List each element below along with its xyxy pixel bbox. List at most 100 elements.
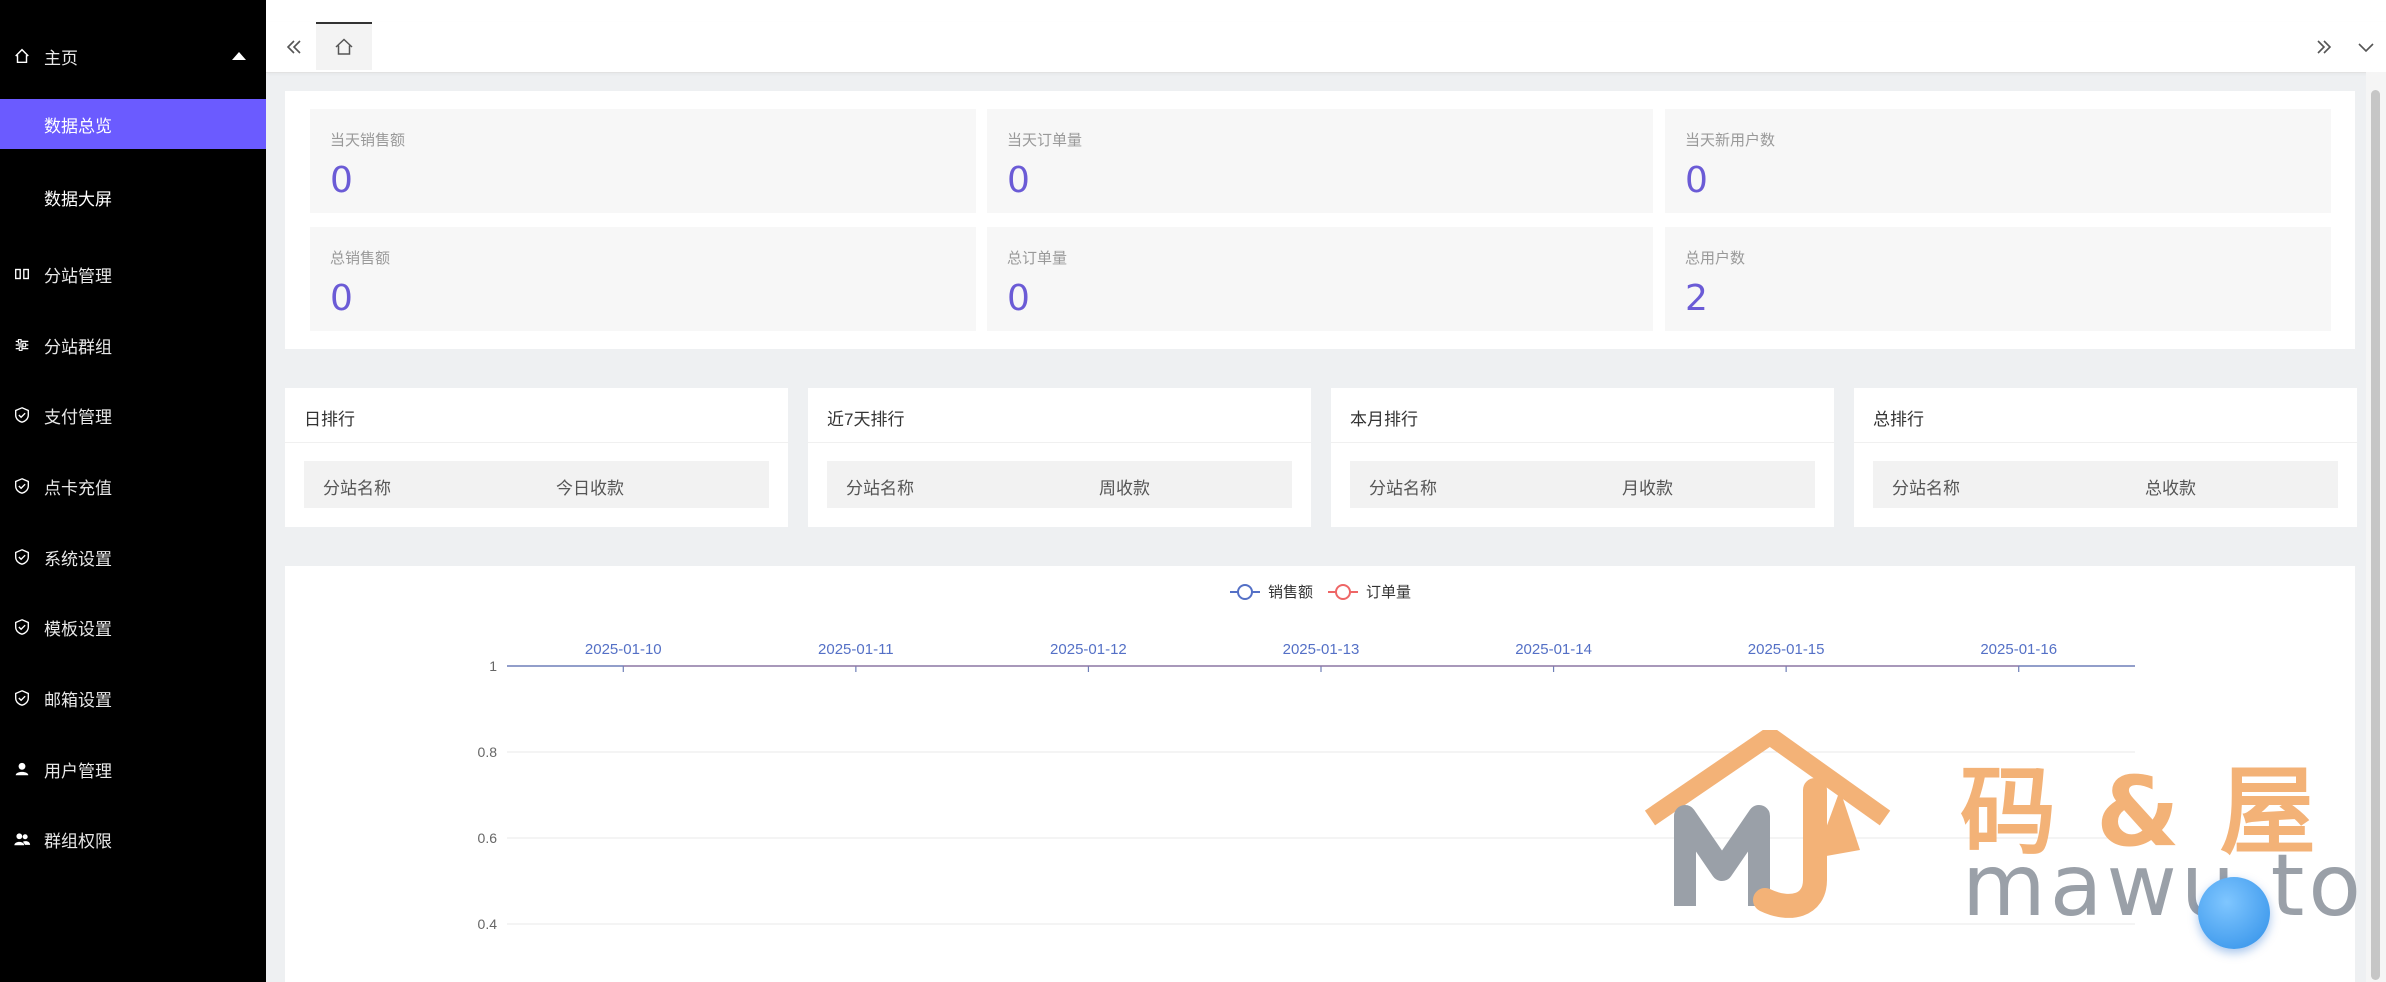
sidebar: 主页 数据总览 数据大屏 分站管理 分站群组 支付管理 点卡充值 系统设置 模板… — [0, 0, 266, 982]
divider — [285, 442, 788, 443]
y-tick-label: 0.6 — [478, 830, 498, 846]
legend-swatch-marker — [1237, 584, 1253, 600]
y-tick-label: 0.8 — [478, 744, 498, 760]
x-tick-label: 2025-01-10 — [585, 641, 662, 658]
divider — [808, 442, 1311, 443]
tab-bar — [266, 22, 2386, 73]
sidebar-home[interactable]: 主页 — [0, 34, 266, 78]
floating-assistant-button[interactable] — [2198, 877, 2270, 949]
sidebar-item-label: 邮箱设置 — [44, 690, 112, 710]
shield-check-icon — [12, 688, 32, 708]
stat-label: 当天订单量 — [1007, 132, 1083, 149]
home-icon — [335, 38, 353, 55]
x-tick-label: 2025-01-13 — [1283, 641, 1360, 658]
column-header: 分站名称 — [1369, 479, 1437, 498]
stat-label: 总订单量 — [1007, 250, 1068, 267]
double-chevron-right-icon — [2317, 40, 2332, 54]
stat-value: 2 — [1685, 278, 1708, 319]
shield-check-icon — [12, 617, 32, 637]
x-tick-label: 2025-01-15 — [1748, 641, 1825, 658]
stat-label: 当天销售额 — [330, 132, 406, 149]
sidebar-item-template-settings[interactable]: 模板设置 — [0, 605, 266, 649]
home-icon — [12, 46, 32, 66]
stat-value: 0 — [1007, 160, 1030, 201]
rank-panel-daily: 日排行 分站名称 今日收款 — [285, 388, 788, 527]
double-chevron-left-icon — [286, 40, 301, 54]
stat-today-users: 当天新用户数 0 — [1665, 109, 2331, 213]
sidebar-item-data-overview[interactable]: 数据总览 — [0, 99, 266, 149]
legend-label: 订单量 — [1366, 584, 1411, 601]
stat-label: 总用户数 — [1685, 250, 1746, 267]
sidebar-item-group-permissions[interactable]: 群组权限 — [0, 817, 266, 861]
sidebar-item-card-recharge[interactable]: 点卡充值 — [0, 464, 266, 508]
stats-panel: 当天销售额 0 当天订单量 0 当天新用户数 0 总销售额 0 总订单量 0 总… — [285, 91, 2355, 349]
column-header: 今日收款 — [556, 479, 624, 498]
shield-check-icon — [12, 476, 32, 496]
tab-scroll-right-button[interactable] — [2302, 22, 2346, 72]
sidebar-item-label: 系统设置 — [44, 549, 112, 569]
sidebar-item-data-screen[interactable]: 数据大屏 — [0, 172, 266, 222]
stat-value: 0 — [1007, 278, 1030, 319]
x-tick-label: 2025-01-11 — [818, 641, 894, 658]
rank-table-header: 分站名称 月收款 — [1350, 461, 1815, 508]
x-tick-label: 2025-01-14 — [1515, 641, 1592, 658]
sidebar-item-label: 用户管理 — [44, 761, 112, 781]
user-icon — [12, 759, 32, 779]
y-tick-label: 0.4 — [478, 916, 498, 932]
scrollbar-thumb[interactable] — [2371, 90, 2380, 980]
rank-panel-monthly: 本月排行 分站名称 月收款 — [1331, 388, 1834, 527]
sidebar-item-label: 群组权限 — [44, 831, 112, 851]
sidebar-item-substation[interactable]: 分站管理 — [0, 252, 266, 296]
chevron-up-icon[interactable] — [232, 52, 246, 60]
sidebar-item-label: 分站管理 — [44, 266, 112, 286]
rank-table-header: 分站名称 今日收款 — [304, 461, 769, 508]
watermark-logo — [1644, 730, 1891, 918]
column-header: 周收款 — [1099, 479, 1150, 498]
stat-today-orders: 当天订单量 0 — [987, 109, 1653, 213]
sliders-icon — [12, 335, 32, 355]
legend-swatch-marker — [1335, 584, 1351, 600]
column-header: 总收款 — [2145, 479, 2196, 498]
rank-title: 日排行 — [304, 410, 355, 429]
column-header: 月收款 — [1622, 479, 1673, 498]
users-icon — [12, 829, 32, 849]
sidebar-item-label: 点卡充值 — [44, 478, 112, 498]
column-header: 分站名称 — [1892, 479, 1960, 498]
rank-table-header: 分站名称 周收款 — [827, 461, 1292, 508]
tab-menu-dropdown[interactable] — [2346, 22, 2386, 72]
x-tick-label: 2025-01-12 — [1050, 641, 1127, 658]
sidebar-item-label: 分站群组 — [44, 337, 112, 357]
stat-label: 当天新用户数 — [1685, 132, 1776, 149]
sidebar-item-system-settings[interactable]: 系统设置 — [0, 535, 266, 579]
rank-title: 本月排行 — [1350, 410, 1418, 429]
column-header: 分站名称 — [846, 479, 914, 498]
stat-value: 0 — [330, 278, 353, 319]
rank-table-header: 分站名称 总收款 — [1873, 461, 2338, 508]
y-tick-label: 1 — [489, 658, 497, 674]
stat-total-orders: 总订单量 0 — [987, 227, 1653, 331]
legend-label: 销售额 — [1268, 584, 1313, 601]
rank-title: 近7天排行 — [827, 410, 905, 429]
divider — [1854, 442, 2357, 443]
sidebar-item-mail-settings[interactable]: 邮箱设置 — [0, 676, 266, 720]
stat-today-sales: 当天销售额 0 — [310, 109, 976, 213]
header-strip — [266, 0, 2386, 23]
stat-value: 0 — [330, 160, 353, 201]
divider — [1331, 442, 1834, 443]
tab-home[interactable] — [316, 22, 372, 70]
sidebar-item-substation-group[interactable]: 分站群组 — [0, 323, 266, 367]
rank-panel-weekly: 近7天排行 分站名称 周收款 — [808, 388, 1311, 527]
stat-value: 0 — [1685, 160, 1708, 201]
sidebar-item-user-management[interactable]: 用户管理 — [0, 747, 266, 791]
column-header: 分站名称 — [323, 479, 391, 498]
stat-label: 总销售额 — [330, 250, 391, 267]
x-tick-label: 2025-01-16 — [1980, 641, 2057, 658]
sidebar-item-label: 数据总览 — [44, 116, 112, 136]
vertical-scrollbar[interactable] — [2366, 72, 2386, 982]
sidebar-item-payment[interactable]: 支付管理 — [0, 393, 266, 437]
rank-title: 总排行 — [1873, 410, 1924, 429]
sidebar-item-label: 支付管理 — [44, 407, 112, 427]
shield-check-icon — [12, 547, 32, 567]
stat-total-users: 总用户数 2 — [1665, 227, 2331, 331]
tab-scroll-left-button[interactable] — [274, 22, 314, 72]
